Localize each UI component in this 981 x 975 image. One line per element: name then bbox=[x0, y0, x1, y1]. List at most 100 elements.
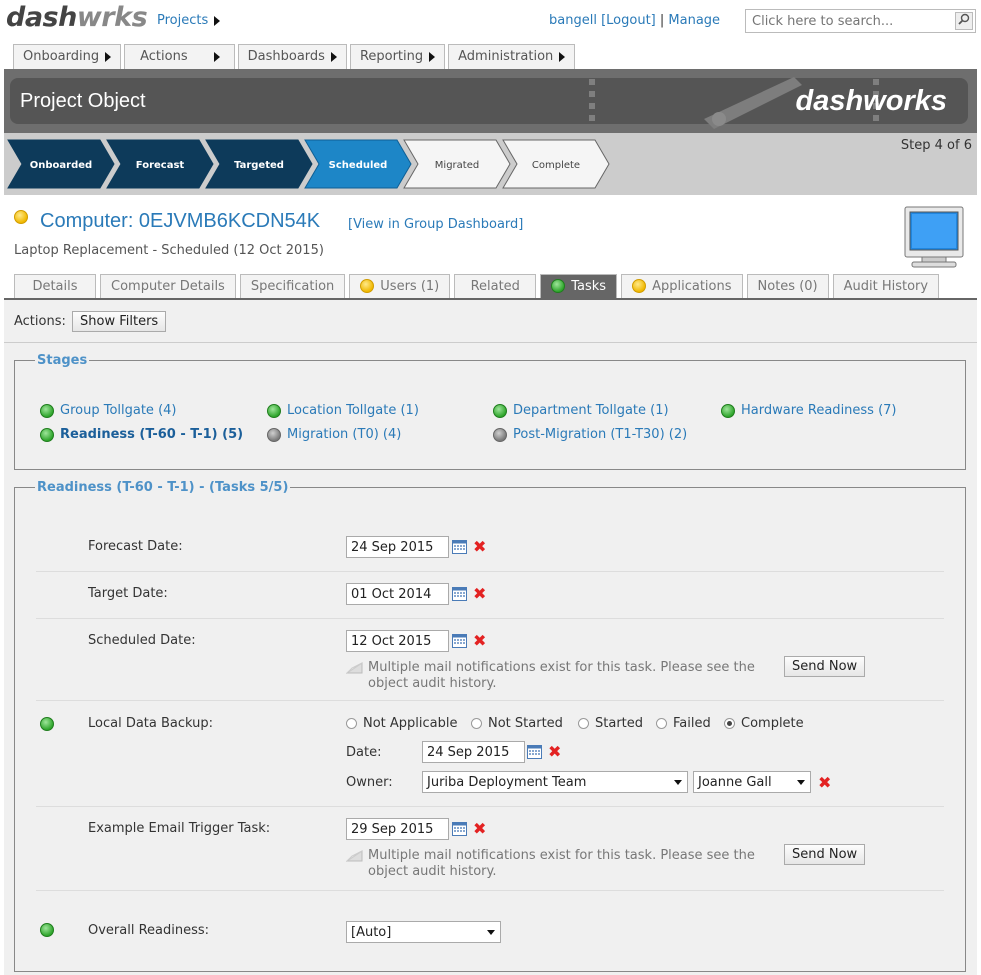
status-green-icon bbox=[493, 403, 507, 418]
stage-migration[interactable]: Migration (T0) (4) bbox=[267, 427, 401, 442]
page-title: Project Object bbox=[20, 90, 146, 112]
tab-details[interactable]: Details bbox=[14, 274, 96, 299]
radio-failed[interactable]: Failed bbox=[656, 716, 711, 731]
readiness-legend: Readiness (T-60 - T-1) - (Tasks 5/5) bbox=[37, 480, 289, 495]
tab-audit-history[interactable]: Audit History bbox=[832, 274, 940, 299]
calendar-icon[interactable] bbox=[452, 633, 467, 648]
stepper-chevrons: Onboarded Forecast Targeted Scheduled Migrat… bbox=[7, 139, 610, 189]
radio-button-selected bbox=[724, 718, 735, 729]
nav-reporting[interactable]: Reporting bbox=[349, 44, 446, 70]
tab-applications[interactable]: Applications bbox=[621, 274, 743, 299]
view-group-dashboard-link[interactable]: [View in Group Dashboard] bbox=[348, 217, 523, 232]
backup-date-label: Date: bbox=[346, 745, 382, 760]
clear-icon[interactable]: ✖ bbox=[473, 633, 486, 649]
object-title: Computer: 0EJVMB6KCDN54K bbox=[40, 210, 321, 232]
stage-post-migration[interactable]: Post-Migration (T1-T30) (2) bbox=[493, 427, 687, 442]
object-status bbox=[14, 209, 28, 224]
forecast-date-input[interactable]: 24 Sep 2015 bbox=[346, 536, 449, 558]
stage-group-tollgate[interactable]: Group Tollgate (4) bbox=[40, 403, 176, 418]
backup-date-input[interactable]: 24 Sep 2015 bbox=[422, 741, 525, 763]
tab-tasks[interactable]: Tasks bbox=[540, 274, 618, 299]
nav-dashboards[interactable]: Dashboards bbox=[237, 44, 347, 70]
send-now-button[interactable]: Send Now bbox=[784, 656, 866, 677]
actions-bar: Actions: Show Filters bbox=[14, 311, 167, 332]
status-yellow-icon bbox=[632, 279, 647, 293]
calendar-icon[interactable] bbox=[527, 744, 542, 759]
search-input[interactable] bbox=[746, 10, 946, 32]
tab-notes[interactable]: Notes (0) bbox=[746, 274, 829, 299]
computer-monitor-icon bbox=[904, 206, 964, 268]
tab-computer-details[interactable]: Computer Details bbox=[100, 274, 236, 299]
nav-administration[interactable]: Administration bbox=[448, 44, 576, 70]
projects-menu[interactable]: Projects bbox=[157, 13, 221, 28]
row-divider bbox=[36, 806, 944, 807]
target-date-label: Target Date: bbox=[88, 586, 168, 601]
user-links: bangell [Logout] | Manage bbox=[549, 13, 721, 28]
logout-link[interactable]: [Logout] bbox=[601, 13, 656, 28]
brand-logo: dashworks bbox=[795, 85, 948, 117]
chevron-right-icon bbox=[214, 15, 221, 26]
status-green-icon bbox=[40, 427, 54, 442]
nav-actions[interactable]: Actions bbox=[124, 44, 235, 70]
notification-note: Multiple mail notifications exist for th… bbox=[368, 848, 755, 879]
stage-department-tollgate[interactable]: Department Tollgate (1) bbox=[493, 403, 669, 418]
stage-location-tollgate[interactable]: Location Tollgate (1) bbox=[267, 403, 419, 418]
show-filters-button[interactable]: Show Filters bbox=[72, 311, 167, 332]
mail-icon bbox=[346, 850, 363, 862]
dashworks-logo[interactable]: dashwrks bbox=[6, 2, 148, 33]
mail-icon bbox=[346, 662, 363, 674]
clear-icon[interactable]: ✖ bbox=[818, 775, 831, 791]
radio-not-applicable[interactable]: Not Applicable bbox=[346, 716, 458, 731]
target-date-input[interactable]: 01 Oct 2014 bbox=[346, 583, 449, 605]
search-box bbox=[745, 9, 976, 33]
radio-complete[interactable]: Complete bbox=[724, 716, 804, 731]
status-green-icon bbox=[40, 717, 54, 731]
radio-button bbox=[346, 718, 357, 729]
progress-stepper: Onboarded Forecast Targeted Scheduled Migrat… bbox=[4, 133, 977, 195]
owner-team-select[interactable]: Juriba Deployment Team bbox=[422, 771, 688, 793]
search-icon[interactable] bbox=[955, 12, 973, 30]
clear-icon[interactable]: ✖ bbox=[473, 821, 486, 837]
nav-onboarding[interactable]: Onboarding bbox=[13, 44, 122, 70]
object-subtitle: Laptop Replacement - Scheduled (12 Oct 2… bbox=[14, 243, 324, 258]
status-green-icon bbox=[267, 403, 281, 418]
status-green-icon bbox=[551, 279, 566, 293]
clear-icon[interactable]: ✖ bbox=[548, 744, 561, 760]
username-link[interactable]: bangell bbox=[549, 13, 597, 28]
radio-button bbox=[656, 718, 667, 729]
scheduled-date-input[interactable]: 12 Oct 2015 bbox=[346, 630, 449, 652]
status-green-icon bbox=[40, 923, 54, 937]
row-divider bbox=[36, 571, 944, 572]
stage-readiness[interactable]: Readiness (T-60 - T-1) (5) bbox=[40, 427, 243, 442]
email-trigger-date-input[interactable]: 29 Sep 2015 bbox=[346, 818, 449, 840]
send-now-button[interactable]: Send Now bbox=[784, 844, 866, 865]
dropdown-arrow-icon bbox=[674, 780, 682, 785]
manage-link[interactable]: Manage bbox=[668, 13, 720, 28]
overall-readiness-select[interactable]: [Auto] bbox=[346, 921, 501, 943]
tab-specification[interactable]: Specification bbox=[239, 274, 346, 299]
tab-users[interactable]: Users (1) bbox=[349, 274, 451, 299]
radio-started[interactable]: Started bbox=[578, 716, 643, 731]
main-nav: Onboarding Actions Dashboards Reporting … bbox=[13, 44, 578, 70]
stage-hardware-readiness[interactable]: Hardware Readiness (7) bbox=[721, 403, 897, 418]
calendar-icon[interactable] bbox=[452, 586, 467, 601]
status-gray-icon bbox=[493, 427, 507, 442]
owner-person-select[interactable]: Joanne Gall bbox=[693, 771, 811, 793]
divider bbox=[4, 342, 977, 343]
status-green-icon bbox=[40, 403, 54, 418]
radio-not-started[interactable]: Not Started bbox=[471, 716, 563, 731]
step-indicator: Step 4 of 6 bbox=[900, 138, 972, 153]
clear-icon[interactable]: ✖ bbox=[473, 539, 486, 555]
stages-legend: Stages bbox=[37, 353, 88, 368]
chevron-right-icon bbox=[105, 51, 112, 62]
forecast-date-label: Forecast Date: bbox=[88, 539, 183, 554]
status-yellow-icon bbox=[360, 279, 375, 293]
tab-related[interactable]: Related bbox=[454, 274, 537, 299]
step-label: Onboarded bbox=[30, 160, 92, 171]
calendar-icon[interactable] bbox=[452, 539, 467, 554]
object-tabs: Details Computer Details Specification U… bbox=[14, 274, 943, 299]
calendar-icon[interactable] bbox=[452, 821, 467, 836]
clear-icon[interactable]: ✖ bbox=[473, 586, 486, 602]
chevron-right-icon bbox=[330, 51, 337, 62]
overall-readiness-label: Overall Readiness: bbox=[88, 923, 210, 938]
